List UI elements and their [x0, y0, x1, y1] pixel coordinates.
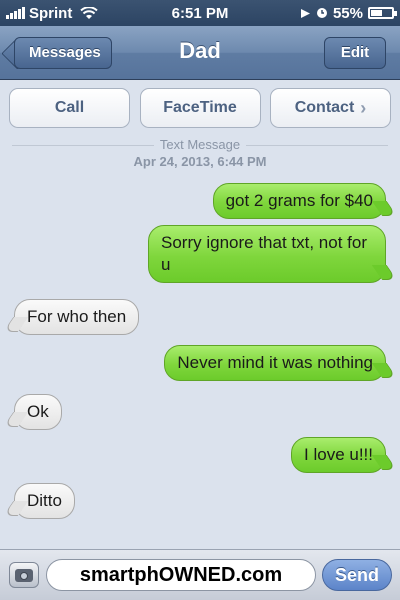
- message-bubble-sent: Sorry ignore that txt, not for u: [148, 225, 386, 283]
- message-bubble-sent: got 2 grams for $40: [212, 183, 386, 219]
- message-bubble-received: Ditto: [14, 483, 75, 519]
- contact-actions: Call FaceTime Contact ›: [0, 80, 400, 140]
- status-bar: Sprint 6:51 PM 55%: [0, 0, 400, 26]
- contact-button[interactable]: Contact ›: [270, 88, 391, 128]
- message-type-label: Text Message: [0, 137, 400, 152]
- contact-button-label: Contact: [294, 99, 355, 116]
- status-time: 6:51 PM: [171, 4, 229, 22]
- message-input[interactable]: smartphOWNED.com: [46, 559, 316, 591]
- camera-button[interactable]: [9, 562, 39, 588]
- message-bubble-received: For who then: [14, 299, 140, 335]
- facetime-button[interactable]: FaceTime: [139, 88, 261, 128]
- nav-bar: Messages Dad Edit: [0, 26, 400, 80]
- edit-button[interactable]: Edit: [324, 37, 386, 69]
- call-button-label: Call: [54, 99, 85, 116]
- message-bubble-sent: I love u!!!: [291, 437, 386, 473]
- message-composer: smartphOWNED.com Send: [0, 549, 400, 600]
- back-button-label: Messages: [29, 44, 101, 61]
- call-button[interactable]: Call: [9, 88, 130, 128]
- message-bubble-sent: Never mind it was nothing: [164, 345, 386, 381]
- message-type-text: Text Message: [153, 137, 247, 152]
- message-bubble-received: Ok: [14, 394, 62, 430]
- back-button[interactable]: Messages: [14, 37, 112, 69]
- send-button[interactable]: Send: [322, 559, 392, 591]
- message-timestamp: Apr 24, 2013, 6:44 PM: [133, 154, 267, 169]
- battery-icon: [368, 7, 397, 19]
- camera-icon: [15, 568, 33, 582]
- battery-fill: [371, 10, 382, 16]
- chevron-right-icon: ›: [360, 97, 367, 118]
- facetime-button-label: FaceTime: [163, 99, 237, 116]
